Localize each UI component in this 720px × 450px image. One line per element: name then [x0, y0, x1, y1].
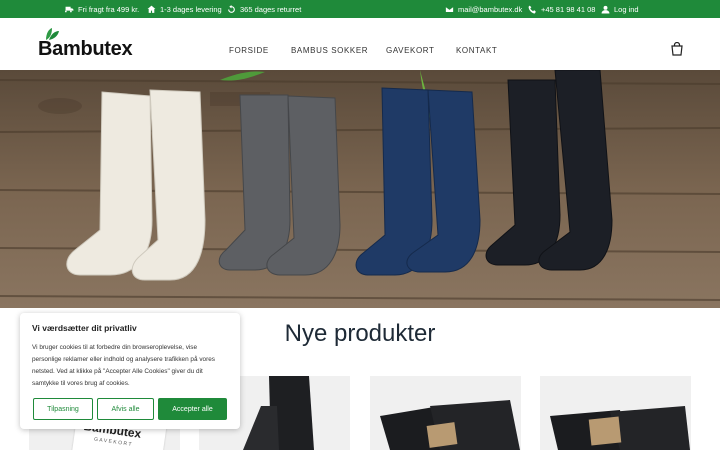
- accept-all-button[interactable]: Accepter alle: [158, 398, 227, 420]
- user-icon: [601, 5, 610, 13]
- refresh-icon: [228, 4, 235, 13]
- product-image: [550, 406, 690, 450]
- reject-all-button[interactable]: Afvis alle: [97, 398, 154, 420]
- mail-icon: [445, 5, 454, 13]
- phone-link[interactable]: +45 81 98 41 08: [528, 0, 595, 18]
- login-link[interactable]: Log ind: [601, 0, 639, 18]
- product-image: [380, 400, 520, 450]
- cookie-text: Vi bruger cookies til at forbedre din br…: [32, 344, 215, 387]
- product-card-sock-2[interactable]: [370, 376, 521, 450]
- nav-forside[interactable]: FORSIDE: [229, 46, 269, 55]
- returns-text: 365 dages returret: [240, 4, 302, 14]
- nav-bambus-sokker[interactable]: BAMBUS SOKKER: [291, 46, 368, 55]
- shopping-bag-icon[interactable]: [670, 42, 684, 56]
- login-text[interactable]: Log ind: [614, 5, 639, 14]
- site-header: Bambutex FORSIDE BAMBUS SOKKER GAVEKORT …: [0, 18, 720, 70]
- delivery-info: 1-3 dages levering: [147, 0, 222, 18]
- shipping-info: Fri fragt fra 499 kr.: [65, 0, 139, 18]
- customize-button[interactable]: Tilpasning: [33, 398, 93, 420]
- home-icon: [147, 5, 156, 13]
- cookie-title: Vi værdsætter dit privatliv: [32, 323, 137, 333]
- socks-photo: [0, 70, 720, 308]
- nav-gavekort[interactable]: GAVEKORT: [386, 46, 435, 55]
- shipping-text: Fri fragt fra 499 kr.: [78, 4, 140, 14]
- phone-icon: [528, 5, 536, 13]
- logo-text: Bambutex: [38, 38, 133, 60]
- product-card-sock-3[interactable]: [540, 376, 691, 450]
- hero-image: [0, 70, 720, 308]
- cookie-consent-banner: Vi værdsætter dit privatliv Vi bruger co…: [20, 313, 240, 429]
- phone-text[interactable]: +45 81 98 41 08: [541, 5, 595, 14]
- logo[interactable]: Bambutex: [38, 28, 148, 60]
- email-text[interactable]: mail@bambutex.dk: [458, 5, 522, 14]
- delivery-text: 1-3 dages levering: [160, 4, 222, 14]
- email-link[interactable]: mail@bambutex.dk: [445, 0, 522, 18]
- top-bar: Fri fragt fra 499 kr. 1-3 dages levering…: [0, 0, 720, 18]
- truck-icon: [65, 6, 74, 12]
- nav-kontakt[interactable]: KONTAKT: [456, 46, 497, 55]
- returns-info: 365 dages returret: [227, 0, 301, 18]
